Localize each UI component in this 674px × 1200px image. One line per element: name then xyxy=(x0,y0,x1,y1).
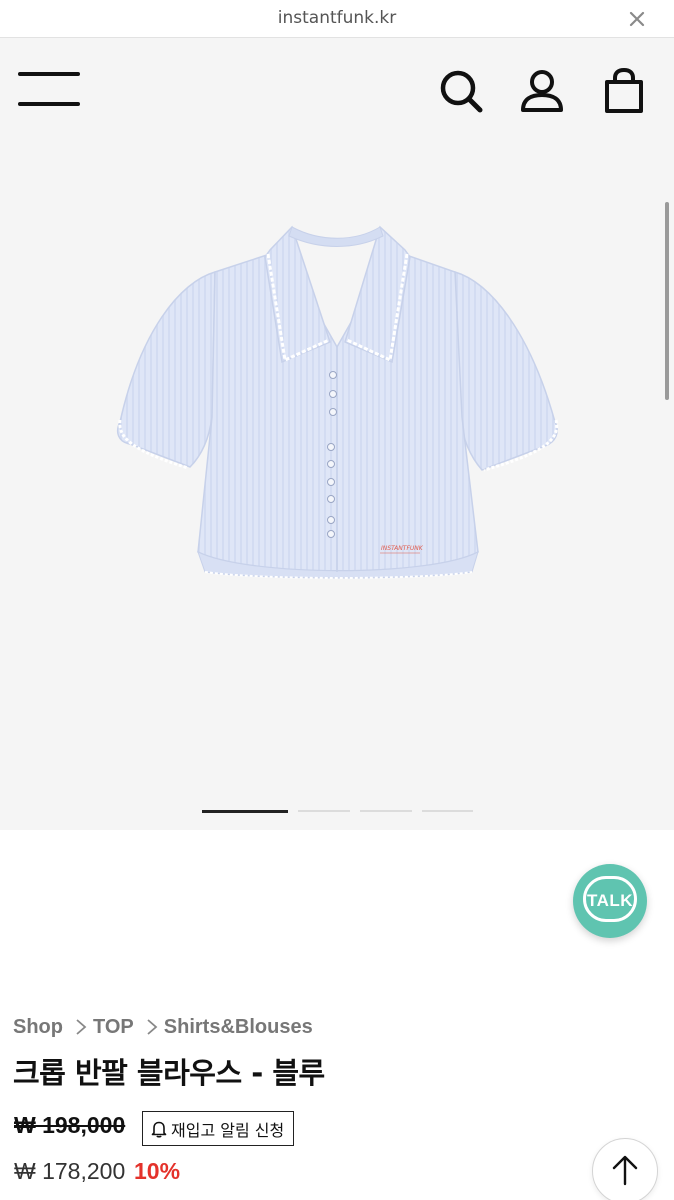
product-image-gallery[interactable]: INSTANTFUNK xyxy=(0,132,674,830)
svg-text:INSTANTFUNK: INSTANTFUNK xyxy=(381,545,424,552)
original-price: ₩ 198,000 xyxy=(14,1112,126,1138)
discount-rate: 10% xyxy=(134,1158,181,1184)
talk-label: TALK xyxy=(586,891,634,910)
browser-url-bar: instantfunk.kr xyxy=(0,0,674,38)
restock-alert-label: 재입고 알림 신청 xyxy=(171,1120,285,1140)
breadcrumb-item-top[interactable]: TOP xyxy=(93,1016,134,1039)
site-header xyxy=(0,38,674,132)
shopping-bag-icon[interactable] xyxy=(601,68,647,114)
restock-alert-button[interactable]: 재입고 알림 신청 xyxy=(142,1111,295,1146)
hamburger-menu-icon[interactable] xyxy=(18,72,82,108)
slide-indicator-4[interactable] xyxy=(422,810,473,812)
url-text[interactable]: instantfunk.kr xyxy=(0,8,674,28)
talk-chat-button[interactable]: TALK xyxy=(573,864,647,938)
user-icon[interactable] xyxy=(519,68,565,114)
bell-icon xyxy=(151,1121,167,1138)
breadcrumb: Shop TOP Shirts&Blouses xyxy=(13,1015,313,1039)
chevron-right-icon xyxy=(76,1019,87,1035)
arrow-up-icon xyxy=(612,1155,638,1186)
product-title: 크롭 반팔 블라우스 - 블루 xyxy=(13,1056,325,1090)
product-photo-light-blue-crop-blouse: INSTANTFUNK xyxy=(117,225,559,579)
search-icon[interactable] xyxy=(438,68,484,114)
breadcrumb-item-shirts-blouses[interactable]: Shirts&Blouses xyxy=(164,1016,313,1039)
chevron-right-icon xyxy=(147,1019,158,1035)
breadcrumb-item-shop[interactable]: Shop xyxy=(13,1016,63,1039)
slide-indicator-3[interactable] xyxy=(360,810,412,812)
slide-indicator-2[interactable] xyxy=(298,810,350,812)
scroll-to-top-button[interactable] xyxy=(592,1138,658,1200)
slide-indicator-1[interactable] xyxy=(202,810,288,813)
close-icon[interactable] xyxy=(626,8,648,30)
slide-indicators xyxy=(0,810,674,814)
sale-price: ₩ 178,200 xyxy=(14,1158,126,1184)
